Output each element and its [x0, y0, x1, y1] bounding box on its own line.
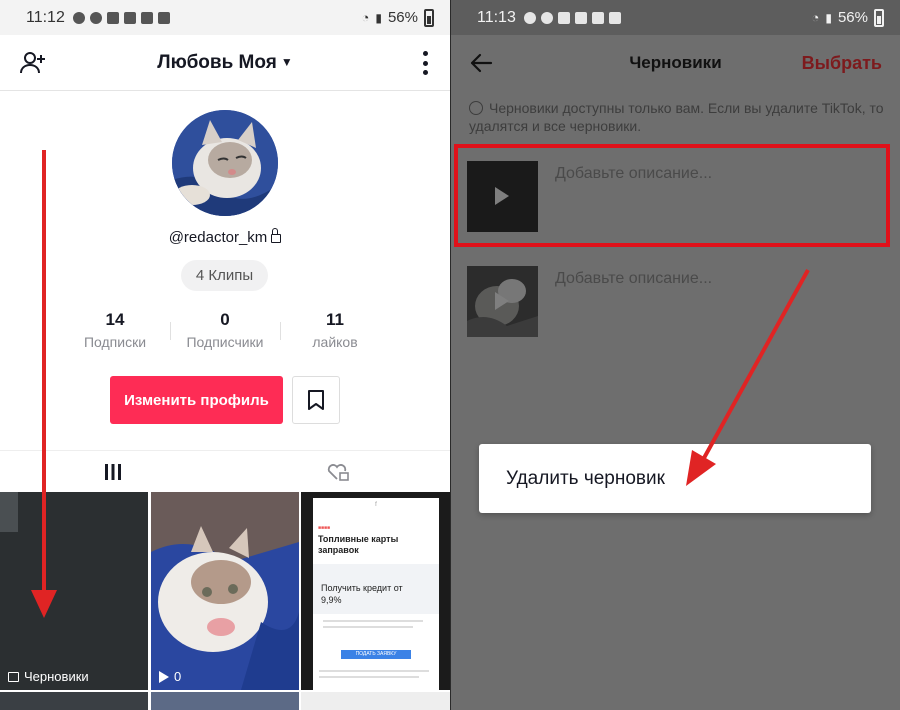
stat-following[interactable]: 14 Подписки — [60, 310, 170, 354]
stat-followers[interactable]: 0 Подписчики — [170, 310, 280, 354]
views-label: 0 — [159, 669, 181, 684]
play-outline-icon — [159, 670, 169, 683]
ad-tile[interactable]: f ■■■■ Топливные карты заправок Получить… — [301, 492, 450, 690]
drafts-notice: Черновики доступны только вам. Если вы у… — [469, 100, 884, 134]
signal-icon: ▮ — [375, 10, 382, 25]
facebook-icon — [89, 11, 102, 24]
lock-icon — [271, 228, 282, 243]
caret-down-icon: ▼ — [280, 55, 293, 69]
tab-videos[interactable] — [0, 451, 225, 492]
wifi-icon: ◔ — [811, 10, 820, 25]
camera-icon — [557, 11, 570, 24]
ad-title: Топливные карты заправок — [318, 534, 399, 555]
ad-button: ПОДАТЬ ЗАЯВКУ — [341, 650, 411, 659]
delete-draft-option[interactable]: Удалить черновик — [506, 468, 665, 490]
stat-label: Подписки — [83, 334, 147, 350]
more-options-icon[interactable] — [422, 51, 428, 75]
system-icons: ◔ ▮ 56% — [811, 8, 884, 27]
cat-photo — [172, 110, 278, 216]
drafts-header: Черновики Выбрать — [451, 35, 900, 91]
battery-percent: 56% — [387, 9, 418, 26]
tab-liked[interactable] — [225, 451, 450, 492]
play-icon — [495, 292, 509, 310]
select-button[interactable]: Выбрать — [802, 53, 882, 74]
facebook-icon — [72, 11, 85, 24]
battery-icon — [424, 8, 434, 27]
image-icon — [123, 11, 136, 24]
status-time: 11:13 — [477, 8, 516, 26]
annotation-highlight-box — [454, 144, 890, 247]
youtube-icon — [157, 11, 170, 24]
annotation-arrow-down — [42, 150, 46, 595]
clips-badge[interactable]: 4 Клипы — [181, 260, 268, 291]
status-bar: 11:13 ◔ ▮ 56% — [451, 0, 900, 35]
ad-credit: Получить кредит от 9,9% — [321, 583, 403, 605]
draft-description: Добавьте описание... — [555, 270, 713, 287]
system-icons: ◔ ▮ 56% — [361, 8, 434, 27]
smile-icon — [469, 101, 483, 115]
liked-lock-icon — [327, 463, 349, 481]
download-icon — [140, 11, 153, 24]
video-tile[interactable]: 0 — [151, 492, 299, 690]
bookmark-icon — [308, 390, 324, 410]
stat-likes[interactable]: 11 лайков — [280, 310, 390, 354]
profile-screen: 11:12 ◔ ▮ 56% Любовь Моя ▼ @redactor_km … — [0, 0, 450, 710]
facebook-icon — [523, 11, 536, 24]
annotation-arrowhead — [31, 590, 57, 618]
drafts-icon — [8, 671, 19, 682]
profile-handle: @redactor_km — [0, 228, 450, 246]
signal-icon: ▮ — [825, 10, 832, 25]
wifi-icon: ◔ — [361, 10, 370, 25]
drafts-tile[interactable]: Черновики — [0, 492, 148, 690]
facebook-icon — [540, 11, 553, 24]
stat-label: Подписчики — [186, 334, 264, 350]
edit-profile-button[interactable]: Изменить профиль — [110, 376, 283, 424]
draft-item[interactable]: Добавьте описание... — [467, 266, 887, 338]
download-icon — [591, 11, 604, 24]
stat-value: 11 — [326, 310, 344, 329]
profile-stats: 14 Подписки 0 Подписчики 11 лайков — [60, 310, 390, 354]
profile-header: Любовь Моя ▼ — [0, 35, 450, 91]
youtube-icon — [608, 11, 621, 24]
status-time: 11:12 — [26, 8, 65, 26]
notification-icons — [523, 11, 621, 24]
grid-icon — [104, 463, 121, 480]
status-bar: 11:12 ◔ ▮ 56% — [0, 0, 450, 35]
draft-thumbnail — [467, 266, 538, 337]
avatar[interactable] — [172, 110, 278, 216]
notification-icons — [72, 11, 170, 24]
camera-icon — [106, 11, 119, 24]
profile-name: Любовь Моя — [157, 52, 277, 73]
account-switcher[interactable]: Любовь Моя ▼ — [0, 52, 450, 74]
context-menu: Удалить черновик — [479, 444, 871, 513]
drafts-label: Черновики — [8, 669, 89, 684]
image-icon — [574, 11, 587, 24]
ad-screenshot: f ■■■■ Топливные карты заправок Получить… — [313, 498, 439, 690]
battery-icon — [874, 8, 884, 27]
battery-percent: 56% — [837, 9, 868, 26]
stat-label: лайков — [312, 334, 358, 350]
favorites-button[interactable] — [292, 376, 340, 424]
stat-value: 0 — [220, 310, 230, 329]
stat-value: 14 — [105, 310, 125, 329]
video-grid: Черновики 0 f ■■■■ Топливные карты запра… — [0, 492, 450, 710]
profile-tabs — [0, 450, 450, 492]
drafts-screen: 11:13 ◔ ▮ 56% Черновики Выбрать Черновик… — [451, 0, 900, 710]
cat-video-thumbnail — [151, 492, 299, 690]
